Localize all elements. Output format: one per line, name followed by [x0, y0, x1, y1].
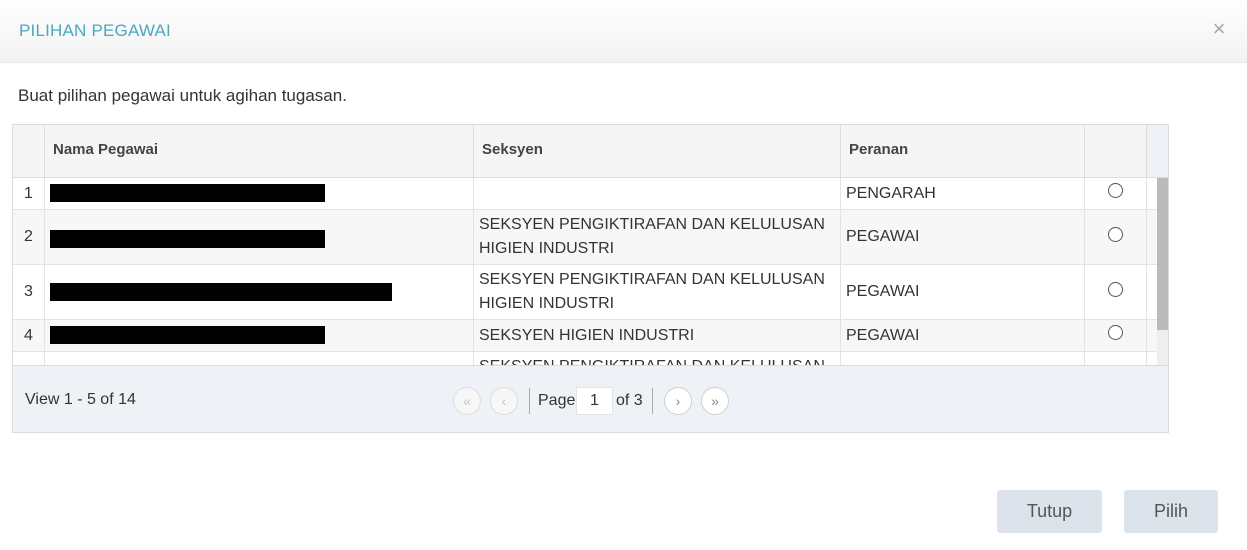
redacted-name: [50, 184, 325, 202]
grid-body: 1 PENGARAH 2 SEKSYEN PENGIKTIRAFAN DAN K…: [13, 178, 1157, 365]
last-page-icon[interactable]: »: [701, 387, 729, 415]
peranan-cell: PEGAWAI: [841, 320, 1085, 351]
peranan-cell: [841, 352, 1085, 365]
pilih-button[interactable]: Pilih: [1124, 490, 1218, 533]
peranan-cell: PEGAWAI: [841, 210, 1085, 264]
seksyen-cell: SEKSYEN PENGIKTIRAFAN DAN KELULUSAN: [474, 352, 841, 365]
redacted-name: [50, 230, 325, 248]
tutup-button[interactable]: Tutup: [997, 490, 1102, 533]
header-scroll-gutter: [1147, 125, 1168, 177]
scrollbar-thumb[interactable]: [1157, 178, 1168, 330]
select-cell: [1085, 320, 1147, 351]
pager-separator: [529, 388, 530, 414]
employee-name-cell: [45, 178, 474, 209]
row-number: 1: [13, 178, 45, 209]
redacted-name: [50, 326, 325, 344]
row-number: 5: [13, 352, 45, 365]
employee-name-cell: [45, 210, 474, 264]
close-icon[interactable]: ×: [1208, 14, 1230, 44]
employee-name-cell: [45, 352, 474, 365]
seksyen-cell: SEKSYEN PENGIKTIRAFAN DAN KELULUSAN HIGI…: [474, 265, 841, 319]
pager: View 1 - 5 of 14 « ‹ Page of 3 › »: [13, 365, 1168, 432]
table-row[interactable]: 5 SEKSYEN PENGIKTIRAFAN DAN KELULUSAN: [13, 352, 1157, 365]
pager-separator: [652, 388, 653, 414]
prev-page-icon[interactable]: ‹: [490, 387, 518, 415]
page-total-label: of 3: [616, 392, 643, 409]
modal-header: PILIHAN PEGAWAI ×: [0, 0, 1247, 63]
peranan-cell: PENGARAH: [841, 178, 1085, 209]
select-cell: [1085, 265, 1147, 319]
view-record-count: View 1 - 5 of 14: [25, 391, 136, 408]
instruction-text: Buat pilihan pegawai untuk agihan tugasa…: [18, 86, 347, 105]
select-cell: [1085, 210, 1147, 264]
header-select: [1085, 125, 1147, 177]
table-row[interactable]: 1 PENGARAH: [13, 178, 1157, 210]
first-page-icon[interactable]: «: [453, 387, 481, 415]
header-nama-pegawai[interactable]: Nama Pegawai: [45, 125, 474, 177]
select-cell: [1085, 178, 1147, 209]
table-row[interactable]: 4 SEKSYEN HIGIEN INDUSTRI PEGAWAI: [13, 320, 1157, 352]
peranan-cell: PEGAWAI: [841, 265, 1085, 319]
redacted-name: [50, 283, 392, 301]
table-row[interactable]: 2 SEKSYEN PENGIKTIRAFAN DAN KELULUSAN HI…: [13, 210, 1157, 265]
header-row-number: [13, 125, 45, 177]
seksyen-cell: SEKSYEN HIGIEN INDUSTRI: [474, 320, 841, 351]
vertical-scrollbar[interactable]: [1157, 178, 1168, 365]
select-cell: [1085, 352, 1147, 365]
modal-title: PILIHAN PEGAWAI: [19, 21, 171, 40]
row-number: 4: [13, 320, 45, 351]
seksyen-cell: [474, 178, 841, 209]
employee-name-cell: [45, 265, 474, 319]
select-radio[interactable]: [1108, 226, 1123, 242]
header-peranan[interactable]: Peranan: [841, 125, 1085, 177]
row-number: 3: [13, 265, 45, 319]
page-label: Page: [538, 392, 576, 409]
next-page-icon[interactable]: ›: [664, 387, 692, 415]
select-radio[interactable]: [1108, 325, 1123, 340]
staff-grid: Nama Pegawai Seksyen Peranan 1 PENGARAH …: [12, 124, 1169, 433]
page-number-input[interactable]: [576, 387, 613, 415]
table-row[interactable]: 3 SEKSYEN PENGIKTIRAFAN DAN KELULUSAN HI…: [13, 265, 1157, 320]
row-number: 2: [13, 210, 45, 264]
seksyen-cell: SEKSYEN PENGIKTIRAFAN DAN KELULUSAN HIGI…: [474, 210, 841, 264]
header-seksyen[interactable]: Seksyen: [474, 125, 841, 177]
grid-header: Nama Pegawai Seksyen Peranan: [13, 125, 1168, 178]
select-radio[interactable]: [1108, 183, 1123, 198]
select-radio[interactable]: [1108, 281, 1123, 297]
employee-name-cell: [45, 320, 474, 351]
